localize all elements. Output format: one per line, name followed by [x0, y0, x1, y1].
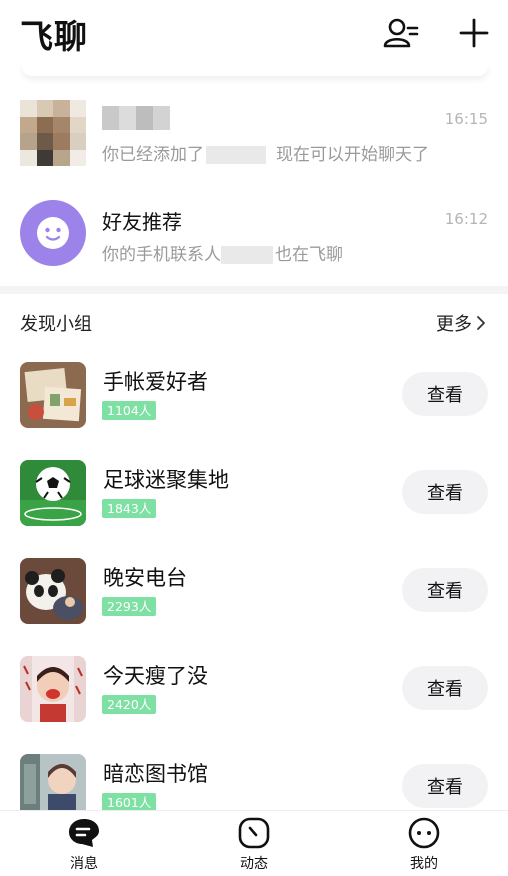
tab-profile[interactable]: 我的: [374, 817, 474, 876]
view-button[interactable]: 查看: [402, 666, 488, 710]
group-name: 晚安电台: [103, 566, 187, 590]
tab-moments[interactable]: 动态: [204, 817, 304, 876]
view-button[interactable]: 查看: [402, 470, 488, 514]
more-label: 更多: [436, 314, 472, 335]
tab-label: 动态: [240, 856, 268, 872]
chat-item-friend-recommend[interactable]: 好友推荐 16:12 你的手机联系人 也在飞聊: [0, 186, 508, 282]
contacts-icon: [383, 18, 419, 48]
group-item[interactable]: 今天瘦了没 2420人 查看: [0, 650, 508, 746]
group-thumbnail: [20, 362, 86, 428]
preview-text-start: 你的手机联系人: [102, 245, 221, 265]
chat-item[interactable]: 16:15 你已经添加了 现在可以开始聊天了: [0, 86, 508, 182]
smile-icon: [20, 200, 86, 266]
group-name: 足球迷聚集地: [103, 468, 229, 492]
group-name: 今天瘦了没: [103, 664, 208, 688]
chat-time: 16:15: [444, 110, 488, 128]
chat-preview: 你已经添加了 现在可以开始聊天了: [102, 140, 429, 165]
contact-name-redacted: [102, 106, 170, 130]
member-count-badge: 2420人: [102, 695, 157, 714]
tab-messages[interactable]: 消息: [34, 817, 134, 876]
member-count-badge: 1104人: [102, 401, 157, 420]
group-thumbnail: [20, 656, 86, 722]
group-name: 手帐爱好者: [103, 370, 208, 394]
clock-icon: [238, 817, 270, 849]
view-button[interactable]: 查看: [402, 372, 488, 416]
group-thumbnail: [20, 558, 86, 624]
member-count-badge: 1843人: [102, 499, 157, 518]
tab-label: 消息: [70, 856, 98, 872]
group-thumbnail: [20, 460, 86, 526]
redacted-name: [221, 246, 273, 264]
search-bar-edge: [22, 62, 488, 76]
profile-face-icon: [408, 817, 440, 849]
group-item[interactable]: 手帐爱好者 1104人 查看: [0, 356, 508, 452]
plus-icon: [459, 18, 489, 48]
member-count-badge: 2293人: [102, 597, 157, 616]
chat-name: 好友推荐: [102, 210, 182, 234]
group-item[interactable]: 足球迷聚集地 1843人 查看: [0, 454, 508, 550]
add-button[interactable]: [455, 14, 493, 52]
view-button[interactable]: 查看: [402, 764, 488, 808]
redacted-name: [206, 146, 266, 164]
group-name: 暗恋图书馆: [103, 762, 208, 786]
tab-label: 我的: [410, 856, 438, 872]
section-divider: [0, 286, 508, 294]
preview-text-start: 你已经添加了: [102, 145, 204, 165]
chat-time: 16:12: [444, 210, 488, 228]
chat-preview: 你的手机联系人 也在飞聊: [102, 240, 343, 265]
pixelated-avatar: [20, 100, 86, 166]
more-link[interactable]: 更多: [436, 310, 486, 336]
top-bar: 飞聊: [0, 0, 508, 66]
message-icon: [69, 819, 99, 847]
section-title: 发现小组: [20, 314, 92, 335]
discover-header: 发现小组 更多: [0, 306, 508, 340]
group-item[interactable]: 晚安电台 2293人 查看: [0, 552, 508, 648]
bottom-tab-bar: 消息 动态 我的: [0, 810, 508, 876]
contacts-button[interactable]: [382, 14, 420, 52]
chevron-right-icon: [477, 316, 485, 330]
preview-text-end: 也在飞聊: [275, 245, 343, 265]
view-button[interactable]: 查看: [402, 568, 488, 612]
preview-text-end: 现在可以开始聊天了: [276, 145, 429, 165]
app-title: 飞聊: [20, 17, 88, 56]
